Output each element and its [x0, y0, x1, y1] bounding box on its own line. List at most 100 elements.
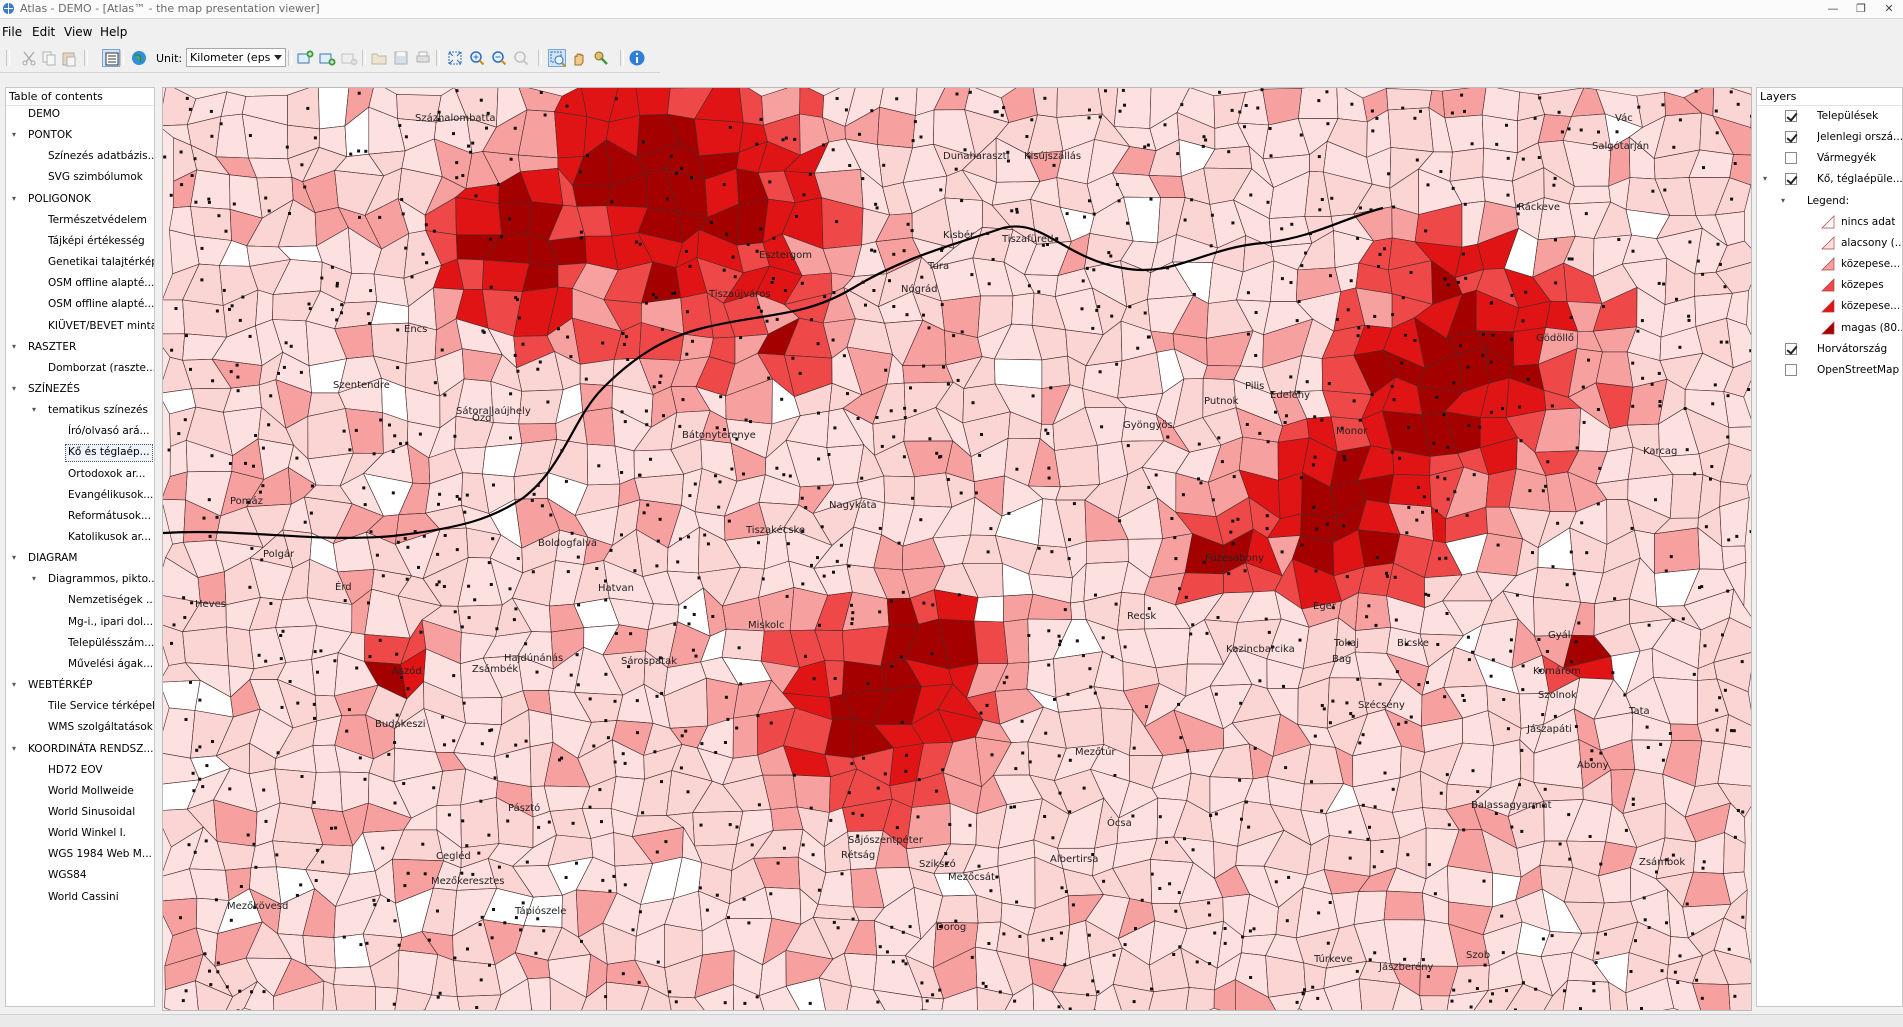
settlement-point[interactable]: [810, 318, 813, 322]
municipality-polygon[interactable]: [936, 894, 979, 924]
settlement-point[interactable]: [1417, 485, 1420, 489]
municipality-polygon[interactable]: [732, 714, 759, 759]
settlement-point[interactable]: [1287, 875, 1291, 879]
settlement-point[interactable]: [658, 517, 662, 521]
settlement-point[interactable]: [1082, 786, 1086, 790]
settlement-point[interactable]: [378, 638, 382, 642]
settlement-point[interactable]: [888, 279, 891, 283]
settlement-point[interactable]: [375, 553, 379, 557]
settlement-point[interactable]: [759, 227, 763, 231]
settlement-point[interactable]: [1579, 128, 1583, 132]
settlement-point[interactable]: [1604, 932, 1607, 936]
settlement-point[interactable]: [1501, 951, 1505, 955]
tree-expander-icon[interactable]: ▾: [32, 402, 36, 418]
settlement-point[interactable]: [1227, 572, 1231, 576]
settlement-point[interactable]: [714, 751, 718, 754]
municipality-polygon[interactable]: [163, 679, 201, 711]
settlement-point[interactable]: [210, 134, 214, 138]
settlement-point[interactable]: [1178, 587, 1182, 591]
settlement-point[interactable]: [1343, 458, 1347, 462]
settlement-point[interactable]: [179, 916, 182, 920]
settlement-point[interactable]: [920, 981, 924, 985]
settlement-point[interactable]: [793, 137, 797, 141]
settlement-point[interactable]: [750, 843, 754, 847]
settlement-point[interactable]: [1672, 145, 1676, 149]
settlement-point[interactable]: [1634, 939, 1637, 943]
settlement-point[interactable]: [831, 148, 835, 152]
settlement-point[interactable]: [546, 400, 550, 404]
settlement-point[interactable]: [246, 833, 250, 837]
settlement-point[interactable]: [1058, 639, 1062, 643]
settlement-point[interactable]: [1326, 941, 1330, 945]
settlement-point[interactable]: [264, 196, 268, 200]
settlement-point[interactable]: [866, 682, 870, 686]
settlement-point[interactable]: [717, 505, 721, 509]
settlement-point[interactable]: [601, 878, 605, 882]
settlement-point[interactable]: [919, 135, 923, 139]
tree-expander-icon[interactable]: ▾: [12, 550, 16, 566]
settlement-point[interactable]: [1301, 991, 1305, 995]
remove-layer-button[interactable]: [340, 49, 358, 67]
settlement-point[interactable]: [723, 1001, 727, 1005]
settlement-point[interactable]: [598, 788, 602, 792]
settlement-point[interactable]: [1366, 837, 1370, 841]
settlement-point[interactable]: [801, 582, 805, 586]
layer-visibility-checkbox[interactable]: [1785, 131, 1797, 144]
toc-item[interactable]: OSM offline alapté...: [48, 296, 154, 312]
settlement-point[interactable]: [1419, 109, 1422, 113]
settlement-point[interactable]: [1685, 448, 1689, 452]
settlement-point[interactable]: [1541, 489, 1545, 493]
settlement-point[interactable]: [998, 990, 1002, 994]
settlement-point[interactable]: [1521, 688, 1525, 692]
settlement-point[interactable]: [664, 840, 668, 844]
settlement-point[interactable]: [1631, 797, 1635, 801]
settlement-point[interactable]: [1574, 640, 1578, 644]
settlement-point[interactable]: [236, 1009, 240, 1010]
settlement-point[interactable]: [505, 754, 509, 758]
settlement-point[interactable]: [1475, 987, 1479, 990]
settlement-point[interactable]: [1629, 970, 1633, 973]
settlement-point[interactable]: [1458, 344, 1462, 348]
settlement-point[interactable]: [1066, 692, 1070, 696]
settlement-point[interactable]: [363, 503, 367, 507]
globe-button[interactable]: [130, 49, 148, 67]
settlement-point[interactable]: [1094, 593, 1097, 597]
settlement-point[interactable]: [756, 714, 760, 718]
municipality-polygon[interactable]: [1323, 835, 1372, 877]
settlement-point[interactable]: [625, 335, 628, 339]
add-layer-button[interactable]: [296, 49, 314, 67]
settlement-point[interactable]: [514, 296, 518, 300]
settlement-point[interactable]: [1368, 825, 1371, 829]
settlement-point[interactable]: [1370, 109, 1374, 113]
settlement-point[interactable]: [1659, 742, 1663, 746]
settlement-point[interactable]: [743, 1001, 747, 1005]
settlement-point[interactable]: [1174, 557, 1178, 561]
settlement-point[interactable]: [1297, 300, 1301, 303]
settlement-point[interactable]: [1300, 543, 1304, 547]
municipality-polygon[interactable]: [1265, 955, 1306, 998]
municipality-polygon[interactable]: [1449, 147, 1484, 182]
settlement-point[interactable]: [391, 450, 395, 453]
settlement-point[interactable]: [1565, 583, 1569, 587]
settlement-point[interactable]: [1531, 551, 1534, 555]
settlement-point[interactable]: [1131, 814, 1135, 818]
settlement-point[interactable]: [1701, 272, 1705, 276]
settlement-point[interactable]: [1005, 675, 1009, 679]
settlement-point[interactable]: [406, 687, 410, 691]
settlement-point[interactable]: [248, 134, 252, 137]
settlement-point[interactable]: [882, 163, 886, 167]
settlement-point[interactable]: [851, 611, 855, 615]
settlement-point[interactable]: [755, 995, 759, 999]
toc-item[interactable]: RASZTER: [28, 339, 76, 355]
settlement-point[interactable]: [1121, 88, 1125, 92]
settlement-point[interactable]: [1264, 617, 1268, 621]
settlement-point[interactable]: [665, 197, 669, 201]
settlement-point[interactable]: [208, 534, 212, 538]
settlement-point[interactable]: [1456, 280, 1460, 284]
settlement-point[interactable]: [1664, 569, 1668, 573]
settlement-point[interactable]: [1560, 130, 1564, 134]
settlement-point[interactable]: [267, 209, 271, 213]
settlement-point[interactable]: [656, 960, 660, 964]
settlement-point[interactable]: [1254, 311, 1258, 314]
settlement-point[interactable]: [564, 876, 568, 879]
